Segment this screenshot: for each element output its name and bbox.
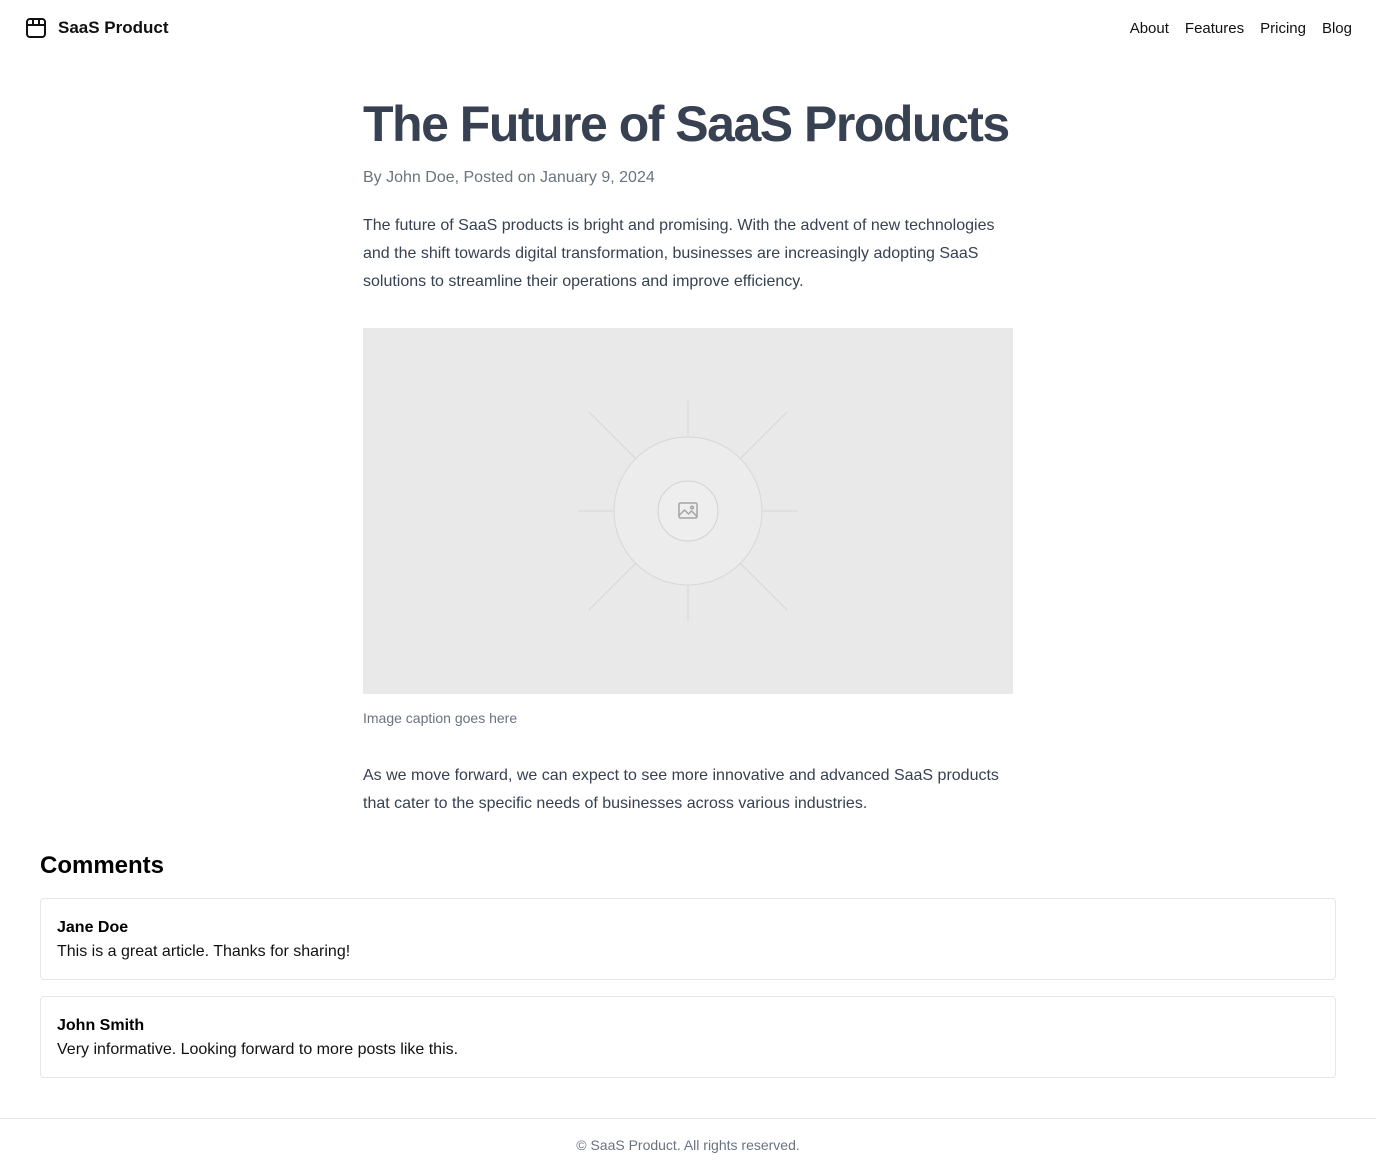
brand-link[interactable]: SaaS Product	[24, 16, 169, 40]
main-nav: About Features Pricing Blog	[1130, 20, 1352, 37]
article-paragraph-2: As we move forward, we can expect to see…	[363, 767, 999, 812]
article-image-placeholder	[363, 328, 1013, 694]
brand-name: SaaS Product	[58, 18, 169, 37]
package-icon	[24, 16, 48, 40]
comment-author: Jane Doe	[57, 919, 129, 936]
comment-card: John Smith Very informative. Looking for…	[40, 996, 1336, 1078]
comment-card: Jane Doe This is a great article. Thanks…	[40, 898, 1336, 980]
article-title: The Future of SaaS Products	[363, 96, 1010, 152]
site-header: SaaS Product About Features Pricing Blog	[0, 0, 1376, 56]
article-meta: By John Doe, Posted on January 9, 2024	[363, 169, 655, 186]
site-footer: © SaaS Product. All rights reserved.	[0, 1118, 1376, 1171]
image-caption: Image caption goes here	[363, 710, 518, 726]
image-placeholder-graphic	[578, 401, 798, 621]
page: SaaS Product About Features Pricing Blog…	[0, 0, 1376, 1171]
comments-section: Comments Jane Doe This is a great articl…	[40, 850, 1336, 1078]
footer-copyright: © SaaS Product. All rights reserved.	[576, 1137, 800, 1153]
article-paragraph-1: The future of SaaS products is bright an…	[363, 217, 995, 290]
comment-text: Very informative. Looking forward to mor…	[57, 1041, 459, 1058]
comment-author: John Smith	[57, 1017, 145, 1034]
nav-blog[interactable]: Blog	[1322, 20, 1352, 37]
nav-about[interactable]: About	[1130, 20, 1169, 37]
comment-text: This is a great article. Thanks for shar…	[57, 943, 351, 960]
nav-pricing[interactable]: Pricing	[1260, 20, 1306, 37]
article: The Future of SaaS Products By John Doe,…	[363, 96, 1013, 818]
nav-features[interactable]: Features	[1185, 20, 1244, 37]
comments-title: Comments	[40, 852, 165, 879]
